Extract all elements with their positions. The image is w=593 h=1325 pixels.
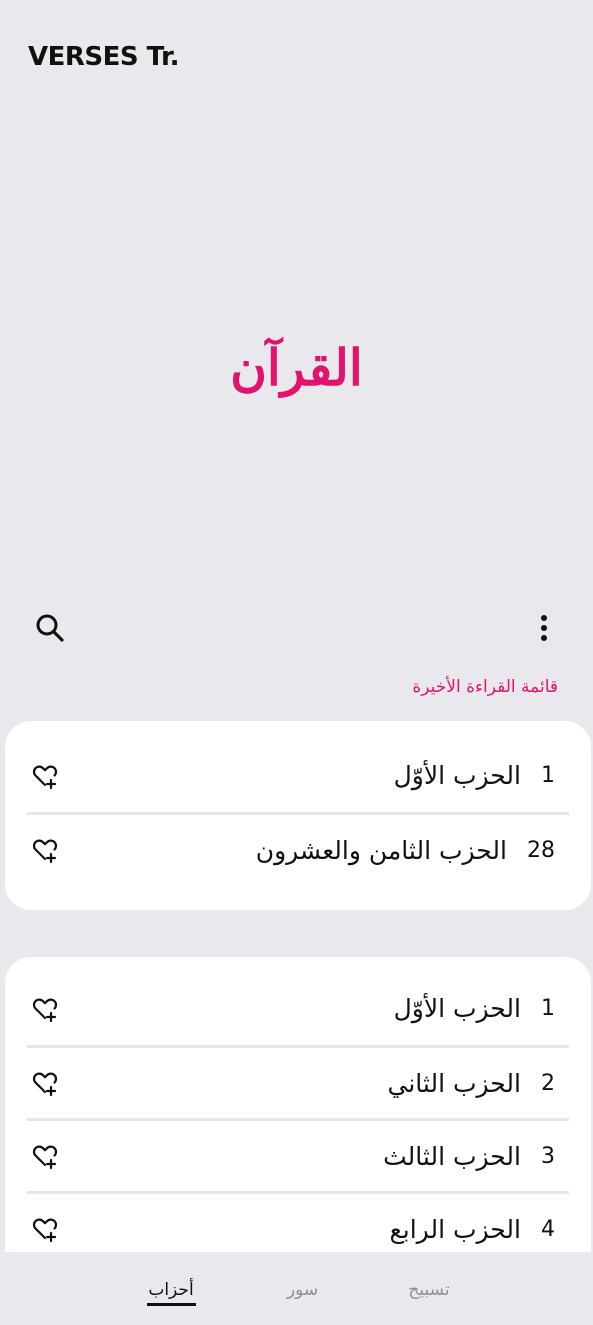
add-favorite-button[interactable] — [27, 1065, 63, 1101]
active-tab-indicator — [147, 1303, 196, 1306]
add-favorite-button[interactable] — [27, 991, 63, 1027]
heart-plus-icon — [32, 1145, 58, 1170]
hero-title: القرآن — [230, 338, 363, 397]
hizb-list-card: 1 الحزب الأوّل 2 الحزب الثاني 3 الحزب ال… — [5, 957, 591, 1277]
heart-plus-icon — [32, 1072, 58, 1097]
hizb-number: 2 — [541, 1070, 555, 1096]
tab-tasbih[interactable]: تسبيح — [405, 1280, 453, 1300]
list-item-text: 3 الحزب الثالث — [383, 1142, 569, 1171]
tab-suwar[interactable]: سور — [280, 1280, 325, 1300]
heart-plus-icon — [32, 1218, 58, 1243]
list-item[interactable]: 3 الحزب الثالث — [27, 1118, 569, 1191]
list-item-text: 1 الحزب الأوّل — [394, 994, 569, 1023]
add-favorite-button[interactable] — [27, 758, 63, 794]
hizb-name: الحزب الثالث — [383, 1141, 521, 1171]
list-item[interactable]: 28 الحزب الثامن والعشرون — [27, 812, 569, 885]
list-item-text: 2 الحزب الثاني — [388, 1069, 570, 1098]
hizb-number: 4 — [541, 1216, 555, 1242]
hizb-name: الحزب الثاني — [387, 1068, 522, 1098]
tab-ahzab[interactable]: أحزاب — [146, 1280, 196, 1300]
heart-plus-icon — [32, 839, 58, 864]
search-button[interactable] — [30, 608, 70, 648]
list-item-text: 1 الحزب الأوّل — [394, 761, 569, 790]
app-screen: VERSES Tr. القرآن قائمة القراءة الأخيرة — [0, 0, 593, 1325]
hizb-name: الحزب الثامن والعشرون — [255, 835, 507, 865]
hizb-name: الحزب الأوّل — [393, 761, 521, 790]
list-item[interactable]: 1 الحزب الأوّل — [27, 739, 569, 812]
search-icon — [36, 614, 64, 642]
add-favorite-button[interactable] — [27, 832, 63, 868]
add-favorite-button[interactable] — [27, 1211, 63, 1247]
list-item-text: 4 الحزب الرابع — [389, 1215, 569, 1244]
hizb-number: 3 — [541, 1143, 555, 1169]
more-options-button[interactable] — [526, 608, 562, 648]
hizb-name: الحزب الأوّل — [393, 994, 521, 1023]
heart-plus-icon — [32, 765, 58, 789]
hizb-number: 1 — [541, 763, 555, 788]
list-item[interactable]: 1 الحزب الأوّل — [27, 972, 569, 1045]
more-vertical-icon — [541, 615, 547, 641]
list-item[interactable]: 2 الحزب الثاني — [27, 1045, 569, 1118]
heart-plus-icon — [32, 998, 58, 1022]
recent-reading-card: 1 الحزب الأوّل 28 الحزب الثامن والعشرون — [5, 721, 591, 910]
bottom-navigation: أحزاب سور تسبيح — [0, 1252, 593, 1325]
hizb-number: 1 — [541, 996, 555, 1021]
add-favorite-button[interactable] — [27, 1138, 63, 1174]
list-item-text: 28 الحزب الثامن والعشرون — [256, 836, 569, 865]
hizb-name: الحزب الرابع — [389, 1214, 521, 1244]
app-title: VERSES Tr. — [28, 42, 180, 72]
hizb-number: 28 — [527, 837, 555, 863]
recent-reading-label: قائمة القراءة الأخيرة — [412, 677, 558, 697]
